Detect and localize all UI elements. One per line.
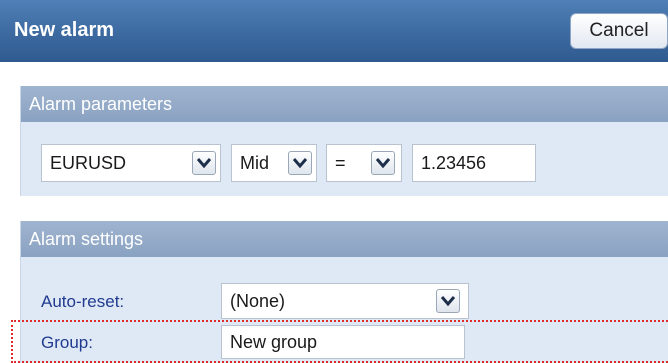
operator-value: = [335, 153, 346, 173]
price-type-value: Mid [240, 153, 270, 173]
chevron-down-icon[interactable] [192, 151, 216, 175]
cancel-button[interactable]: Cancel [570, 13, 668, 49]
symbol-value: EURUSD [50, 153, 127, 173]
auto-reset-select[interactable]: (None) [221, 283, 469, 319]
value-input[interactable]: 1.23456 [412, 144, 536, 182]
highlight-frame [11, 320, 668, 363]
auto-reset-label: Auto-reset: [41, 292, 125, 311]
alarm-settings-header: Alarm settings [21, 221, 668, 257]
chevron-down-icon[interactable] [371, 151, 395, 175]
auto-reset-value: (None) [230, 291, 286, 311]
chevron-down-icon[interactable] [288, 151, 312, 175]
price-type-select[interactable]: Mid [231, 144, 317, 182]
operator-select[interactable]: = [326, 144, 402, 182]
symbol-select[interactable]: EURUSD [41, 144, 221, 182]
dialog-title: New alarm [14, 19, 115, 41]
alarm-parameters-header: Alarm parameters [21, 86, 668, 122]
chevron-down-icon[interactable] [436, 289, 460, 313]
alarm-parameters-panel: Alarm parameters EURUSD Mid = 1.23456 [20, 86, 668, 196]
title-bar: New alarm Cancel [0, 0, 668, 62]
